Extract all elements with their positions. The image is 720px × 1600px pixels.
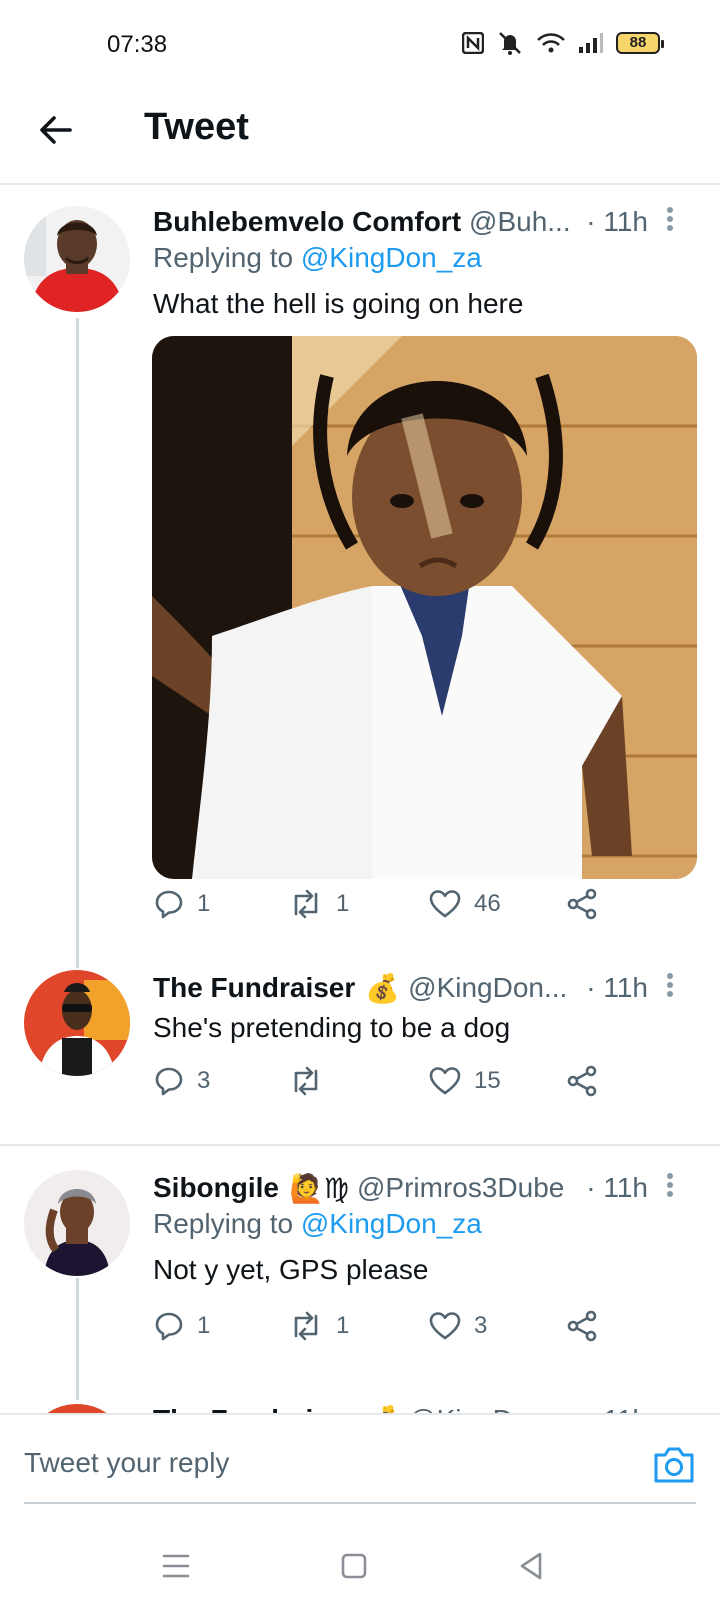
retweet-action[interactable]: 1 xyxy=(288,1310,349,1342)
retweet-action[interactable]: 1 xyxy=(288,888,349,920)
retweet-icon xyxy=(294,1066,318,1096)
like-count: 46 xyxy=(474,890,501,917)
status-bar: 07:38 88 xyxy=(0,0,720,90)
reply-count: 3 xyxy=(197,1067,211,1094)
share-icon xyxy=(567,1065,597,1097)
more-options-button[interactable] xyxy=(660,1170,680,1202)
like-count: 15 xyxy=(474,1067,501,1094)
reply-icon xyxy=(155,1067,183,1096)
retweet-action[interactable] xyxy=(288,1065,336,1097)
mute-bell-icon xyxy=(496,30,524,56)
tweet-actions: 1 1 3 xyxy=(153,1310,623,1350)
tweet-time: · 11h xyxy=(586,1172,648,1203)
back-button[interactable] xyxy=(36,110,76,150)
home-button[interactable] xyxy=(334,1546,374,1586)
avatar[interactable] xyxy=(24,206,130,312)
share-action[interactable] xyxy=(565,1065,599,1097)
tweet-text: What the hell is going on here xyxy=(153,288,524,319)
tweet-item[interactable]: Buhlebemvelo Comfort @Buh... · 11h Reply… xyxy=(0,200,720,968)
tweet-text: Not y yet, GPS please xyxy=(153,1254,429,1285)
tweet-text: She's pretending to be a dog xyxy=(153,1012,511,1043)
avatar[interactable] xyxy=(24,970,130,1076)
author-name[interactable]: The Fundraiser xyxy=(153,972,355,1004)
divider xyxy=(0,1144,720,1146)
tweet-header: The Fundraiser 💰 @KingDon... · 11h xyxy=(153,968,680,1008)
tweet-header: Buhlebemvelo Comfort @Buh... · 11h xyxy=(153,202,680,242)
tweet-time: · 11h xyxy=(586,206,648,237)
heart-icon xyxy=(429,1067,461,1095)
replying-to: Replying to @KingDon_za xyxy=(153,1208,482,1240)
zodiac-badge-icon: 🙋♍ xyxy=(289,1172,349,1204)
replying-to: Replying to @KingDon_za xyxy=(153,242,482,274)
share-action[interactable] xyxy=(565,1310,599,1342)
more-options-button[interactable] xyxy=(660,970,680,1002)
reply-count: 1 xyxy=(197,890,211,917)
reply-action[interactable]: 1 xyxy=(153,1310,210,1342)
reply-input[interactable]: Tweet your reply xyxy=(24,1447,229,1479)
share-icon xyxy=(567,888,597,920)
page-title: Tweet xyxy=(144,106,249,148)
app-header: Tweet xyxy=(0,90,720,185)
thread-line xyxy=(76,318,79,968)
heart-icon xyxy=(429,1312,461,1340)
reply-underline xyxy=(24,1502,696,1504)
recents-button[interactable] xyxy=(156,1546,196,1586)
camera-button[interactable] xyxy=(652,1443,696,1487)
heart-icon xyxy=(429,890,461,918)
tweet-photo[interactable] xyxy=(152,336,697,879)
battery-indicator: 88 xyxy=(616,32,664,54)
arrow-left-icon xyxy=(40,116,72,144)
triangle-back-icon xyxy=(520,1552,542,1580)
author-name[interactable]: Buhlebemvelo Comfort xyxy=(153,206,461,238)
like-action[interactable]: 46 xyxy=(428,888,501,920)
wifi-icon xyxy=(536,32,566,54)
reply-count: 1 xyxy=(197,1312,211,1339)
replying-to-label: Replying to xyxy=(153,242,294,273)
author-handle[interactable]: @KingDon... xyxy=(408,972,567,1004)
author-handle[interactable]: @Primros3Dube xyxy=(357,1172,564,1204)
more-options-button[interactable] xyxy=(660,204,680,236)
tweet-actions: 3 15 xyxy=(153,1065,623,1105)
back-nav-button[interactable] xyxy=(512,1546,552,1586)
thread-line xyxy=(76,1278,79,1400)
retweet-count: 1 xyxy=(336,890,350,917)
avatar[interactable] xyxy=(24,1170,130,1276)
author-name[interactable]: Sibongile xyxy=(153,1172,279,1204)
tweet-item[interactable]: The Fundraiser 💰 @KingDon... · 11h She's… xyxy=(0,968,720,1138)
tweet-item[interactable]: Sibongile 🙋♍ @Primros3Dube · 11h Replyin… xyxy=(0,1168,720,1408)
camera-icon xyxy=(654,1447,694,1483)
tweet-time: · 11h xyxy=(586,972,648,1003)
retweet-count: 1 xyxy=(336,1312,350,1339)
reply-icon xyxy=(155,890,183,919)
like-action[interactable]: 3 xyxy=(428,1310,487,1342)
system-nav-bar xyxy=(0,1538,720,1600)
nfc-icon xyxy=(462,32,484,54)
money-bag-icon: 💰 xyxy=(365,972,401,1004)
replying-to-label: Replying to xyxy=(153,1208,294,1239)
retweet-icon xyxy=(294,1311,318,1341)
share-action[interactable] xyxy=(565,888,599,920)
square-icon xyxy=(341,1553,367,1579)
share-icon xyxy=(567,1310,597,1342)
reply-icon xyxy=(155,1312,183,1341)
menu-icon xyxy=(162,1554,190,1578)
mention-link[interactable]: @KingDon_za xyxy=(301,242,482,273)
signal-icon xyxy=(578,32,604,54)
retweet-icon xyxy=(294,889,318,919)
like-action[interactable]: 15 xyxy=(428,1065,501,1097)
tweet-header: Sibongile 🙋♍ @Primros3Dube · 11h xyxy=(153,1168,680,1208)
reply-action[interactable]: 1 xyxy=(153,888,210,920)
tweet-actions: 1 1 46 xyxy=(153,888,623,928)
author-handle[interactable]: @Buh... xyxy=(469,206,571,238)
reply-action[interactable]: 3 xyxy=(153,1065,210,1097)
mention-link[interactable]: @KingDon_za xyxy=(301,1208,482,1239)
status-icons: 88 xyxy=(462,30,664,56)
like-count: 3 xyxy=(474,1312,488,1339)
reply-composer: Tweet your reply xyxy=(0,1413,720,1538)
status-time: 07:38 xyxy=(107,31,168,58)
